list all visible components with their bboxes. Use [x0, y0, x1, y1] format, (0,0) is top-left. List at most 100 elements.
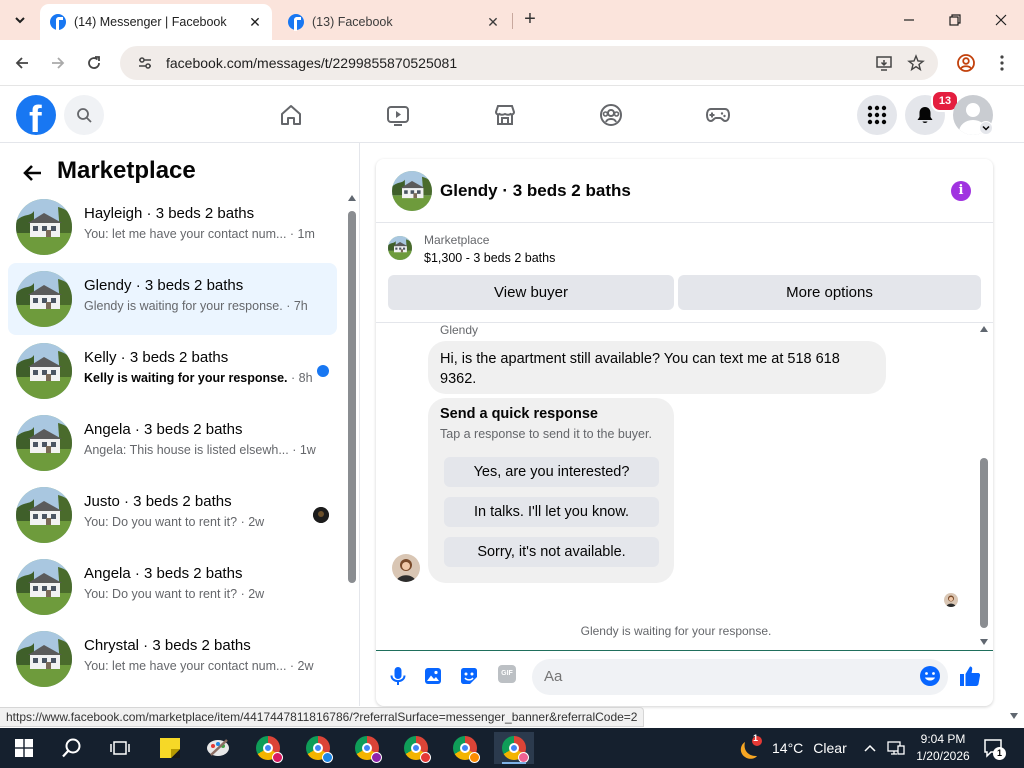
conversation-name: Kelly · 3 beds 2 baths — [84, 349, 229, 366]
back-button[interactable] — [20, 161, 44, 185]
taskbar-paint-app[interactable] — [198, 732, 238, 764]
reload-button[interactable] — [82, 51, 106, 75]
tray-overflow-button[interactable] — [862, 738, 878, 758]
close-tab-icon[interactable]: ✕ — [244, 11, 266, 33]
message-composer: GIF — [376, 650, 993, 706]
menu-button[interactable] — [857, 95, 897, 135]
left-scrollbar[interactable] — [346, 193, 356, 706]
gamepad-icon — [705, 108, 731, 123]
marketplace-label: Marketplace — [424, 233, 490, 247]
conversation-item[interactable]: Chrystal · 3 beds 2 baths You: let me hav… — [8, 623, 337, 695]
snippet-text: You: Do you want to rent it? — [84, 587, 238, 601]
taskbar-chrome-profile-5[interactable] — [445, 732, 485, 764]
search-icon — [62, 738, 81, 758]
more-options-button[interactable]: More options — [678, 275, 981, 310]
message-input[interactable] — [532, 659, 948, 695]
minimize-button[interactable] — [889, 6, 929, 34]
snippet-text: Angela: This house is listed elsewh... — [84, 443, 289, 457]
browser-menu-button[interactable] — [991, 52, 1013, 74]
listing-thumbnail[interactable] — [392, 171, 432, 211]
scrollbar-thumb[interactable] — [348, 211, 356, 583]
bookmark-button[interactable] — [905, 52, 927, 74]
chevron-up-icon — [864, 744, 876, 752]
nav-groups[interactable] — [597, 101, 625, 129]
taskbar-chrome-profile-3[interactable] — [347, 732, 387, 764]
restore-button[interactable] — [935, 6, 975, 34]
scroll-up-arrow[interactable] — [348, 195, 356, 201]
conversation-name: Hayleigh · 3 beds 2 baths — [84, 205, 255, 222]
taskbar-chrome-profile-4[interactable] — [396, 732, 436, 764]
facebook-search-button[interactable] — [64, 95, 104, 135]
close-window-button[interactable] — [981, 6, 1021, 34]
facebook-logo[interactable]: f — [16, 95, 56, 135]
nav-home[interactable] — [277, 101, 305, 129]
taskbar-chrome-profile-6[interactable] — [494, 732, 534, 764]
quick-response-option-yes[interactable]: Yes, are you interested? — [444, 457, 659, 487]
conversation-item[interactable]: Justo · 3 beds 2 baths You: Do you want t… — [8, 479, 337, 551]
gif-icon[interactable]: GIF — [498, 665, 516, 683]
sticker-icon[interactable] — [458, 665, 480, 687]
view-buyer-button[interactable]: View buyer — [388, 275, 674, 310]
browser-tab-messenger[interactable]: (14) Messenger | Facebook ✕ — [40, 4, 272, 40]
weather-widget[interactable]: 1 14°C Clear — [738, 733, 847, 760]
windows-taskbar: 1 14°C Clear 9:04 PM 1/20/2026 1 — [0, 728, 1024, 768]
close-tab-icon[interactable]: ✕ — [482, 11, 504, 33]
message-scrollbar[interactable] — [977, 323, 991, 650]
weather-temp: 14°C — [772, 740, 804, 756]
conversation-item[interactable]: Hayleigh · 3 beds 2 baths You: let me hav… — [8, 191, 337, 263]
scroll-up-arrow[interactable] — [980, 326, 988, 332]
new-tab-button[interactable]: + — [520, 9, 540, 30]
browser-tab-facebook[interactable]: (13) Facebook ✕ — [278, 4, 510, 40]
thumbs-up-icon[interactable] — [959, 665, 981, 687]
quick-response-option-talks[interactable]: In talks. I'll let you know. — [444, 497, 659, 527]
conversation-item[interactable]: Angela · 3 beds 2 baths You: Do you want … — [8, 551, 337, 623]
chevron-down-icon — [982, 125, 990, 131]
chat-header: Glendy · 3 beds 2 baths i — [376, 159, 993, 223]
profile-button[interactable] — [955, 52, 977, 74]
browser-toolbar: facebook.com/messages/t/2299855870525081 — [0, 40, 1024, 86]
site-settings-icon[interactable] — [136, 54, 154, 72]
taskbar-search-button[interactable] — [52, 732, 92, 764]
listing-price[interactable]: $1,300 - 3 beds 2 baths — [424, 251, 555, 265]
scroll-down-arrow[interactable] — [980, 639, 988, 645]
photo-icon[interactable] — [422, 665, 444, 687]
back-button[interactable] — [10, 51, 34, 75]
snippet-time: · 1w — [288, 443, 316, 457]
listing-thumbnail — [16, 631, 72, 687]
conversation-snippet: Angela: This house is listed elsewh... ·… — [84, 443, 316, 457]
quick-response-option-sorry[interactable]: Sorry, it's not available. — [444, 537, 659, 567]
network-button[interactable] — [885, 738, 907, 758]
listing-thumbnail-small[interactable] — [388, 236, 412, 260]
taskbar-chrome-profile-2[interactable] — [298, 732, 338, 764]
page-scroll-down-arrow[interactable] — [1010, 713, 1018, 719]
sender-avatar[interactable] — [392, 554, 420, 582]
emoji-icon[interactable] — [919, 665, 941, 687]
tab-search-button[interactable] — [8, 8, 32, 32]
message-bubble[interactable]: Hi, is the apartment still available? Yo… — [428, 341, 886, 394]
nav-video[interactable] — [384, 101, 412, 129]
nav-marketplace[interactable] — [491, 101, 519, 129]
taskbar-sticky-notes[interactable] — [150, 732, 190, 764]
account-chevron[interactable] — [979, 121, 993, 135]
notification-center-button[interactable]: 1 — [983, 738, 1006, 760]
task-view-button[interactable] — [100, 732, 140, 764]
taskbar-clock[interactable]: 9:04 PM 1/20/2026 — [912, 731, 974, 765]
taskbar-chrome-profile-1[interactable] — [248, 732, 288, 764]
conversation-item[interactable]: Glendy · 3 beds 2 baths Glendy is waiting… — [8, 263, 337, 335]
chat-title[interactable]: Glendy · 3 beds 2 baths — [440, 181, 631, 201]
info-icon[interactable]: i — [951, 181, 971, 201]
scrollbar-thumb[interactable] — [980, 458, 988, 628]
install-app-button[interactable] — [873, 52, 895, 74]
address-bar[interactable]: facebook.com/messages/t/2299855870525081 — [120, 46, 938, 80]
forward-button[interactable] — [46, 51, 70, 75]
weather-desc: Clear — [813, 740, 847, 756]
microphone-icon[interactable] — [387, 665, 409, 687]
listing-thumbnail — [16, 199, 72, 255]
conversation-item[interactable]: Kelly · 3 beds 2 baths Kelly is waiting f… — [8, 335, 337, 407]
url-text: facebook.com/messages/t/2299855870525081 — [166, 55, 458, 71]
conversation-item[interactable]: Angela · 3 beds 2 baths Angela: This hous… — [8, 407, 337, 479]
start-button[interactable] — [4, 732, 44, 764]
nav-gaming[interactable] — [704, 101, 732, 129]
conversation-snippet: You: Do you want to rent it? · 2w — [84, 515, 264, 529]
quick-response-card: Send a quick response Tap a response to … — [428, 398, 674, 583]
